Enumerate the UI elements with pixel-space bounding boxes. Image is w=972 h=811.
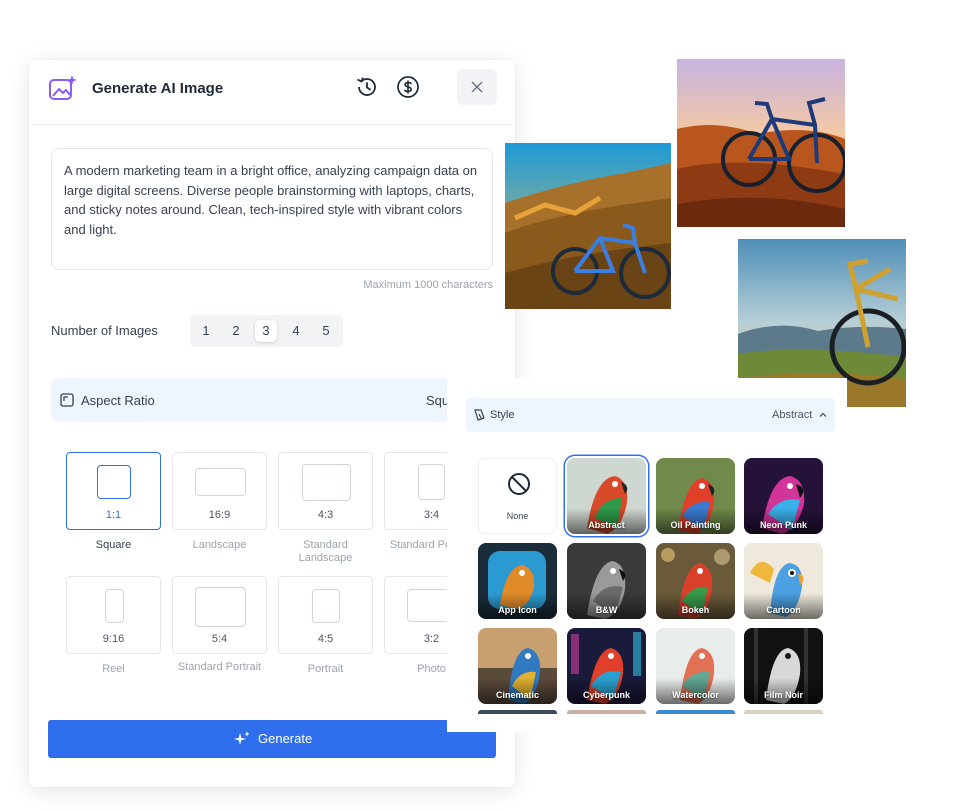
ratio-value: 4:5	[317, 633, 334, 645]
style-option-label: B&W	[595, 605, 618, 615]
style-option-watercolor[interactable]: Watercolor	[656, 628, 735, 704]
ratio-caption: Reel	[102, 663, 125, 675]
style-option-label: Cyberpunk	[582, 690, 630, 700]
ratio-option-4-5[interactable]: 4:5	[278, 576, 373, 654]
header-divider	[29, 124, 515, 125]
credits-dollar-icon[interactable]	[395, 74, 421, 100]
count-option-1[interactable]: 1	[195, 320, 217, 342]
ratio-option-4-3[interactable]: 4:3	[278, 452, 373, 530]
ratio-value: 5:4	[211, 633, 228, 645]
ratio-value: 16:9	[208, 509, 231, 521]
ai-image-sparkle-icon	[49, 75, 77, 100]
ratio-value: 9:16	[102, 633, 125, 645]
style-brush-icon	[474, 409, 485, 421]
ratio-preview-shape	[195, 587, 246, 627]
style-option-cyberpunk[interactable]: Cyberpunk	[567, 628, 646, 704]
ratio-preview-shape	[97, 465, 131, 499]
style-option-label: Film Noir	[763, 690, 803, 700]
ratio-caption: Standard Portrait	[177, 661, 262, 673]
close-icon	[471, 81, 483, 93]
none-icon	[508, 473, 530, 495]
panel-title: Generate AI Image	[92, 80, 224, 97]
style-option-label: Cartoon	[766, 605, 801, 615]
style-option-label: Watercolor	[672, 690, 719, 700]
style-option-bokeh[interactable]: Bokeh	[656, 543, 735, 619]
generate-button[interactable]: Generate	[48, 720, 496, 758]
style-label: Style	[490, 409, 515, 421]
ratio-caption: Landscape	[192, 539, 247, 551]
style-option-label: Oil Painting	[670, 520, 721, 530]
generate-label: Generate	[258, 731, 313, 746]
style-option-peek	[567, 710, 646, 714]
close-button[interactable]	[457, 69, 497, 105]
aspect-ratio-icon	[60, 393, 74, 407]
ratio-caption: Standard Landscape	[298, 539, 353, 564]
generated-image-1[interactable]	[505, 143, 671, 309]
count-option-3[interactable]: 3	[255, 320, 277, 342]
ratio-preview-shape	[195, 468, 246, 496]
style-value: Abstract	[772, 409, 813, 421]
count-option-5[interactable]: 5	[315, 320, 337, 342]
style-option-film-noir[interactable]: Film Noir	[744, 628, 823, 704]
number-of-images-selector: 1 2 3 4 5	[190, 315, 343, 347]
aspect-ratio-value: Square	[426, 393, 447, 408]
style-option-label: Cinematic	[495, 690, 539, 700]
ratio-preview-shape	[302, 464, 351, 501]
ratio-caption: Portrait	[307, 663, 344, 675]
count-option-2[interactable]: 2	[225, 320, 247, 342]
style-option-oil-painting[interactable]: Oil Painting	[656, 458, 735, 534]
style-option-label: Neon Punk	[759, 520, 807, 530]
style-option-peek	[744, 710, 823, 714]
number-of-images-label: Number of Images	[51, 323, 158, 338]
style-option-none[interactable]: None	[478, 458, 557, 534]
style-option-peek	[656, 710, 735, 714]
character-limit-hint: Maximum 1000 characters	[363, 279, 493, 291]
history-icon[interactable]	[354, 74, 380, 100]
style-option-label: Abstract	[588, 520, 625, 530]
ratio-preview-shape	[418, 464, 445, 500]
ratio-option-5-4[interactable]: 5:4	[172, 576, 267, 654]
prompt-input[interactable]: A modern marketing team in a bright offi…	[51, 148, 493, 270]
chevron-up-icon	[819, 412, 827, 417]
ratio-preview-shape	[312, 589, 340, 623]
style-option-label: Bokeh	[681, 605, 710, 615]
style-option-app-icon[interactable]: App Icon	[478, 543, 557, 619]
ratio-value: 1:1	[105, 509, 122, 521]
style-option-bw[interactable]: B&W	[567, 543, 646, 619]
ratio-preview-shape	[105, 589, 124, 623]
style-option-abstract[interactable]: Abstract	[567, 458, 646, 534]
style-option-label: App Icon	[498, 605, 537, 615]
style-option-label: None	[506, 511, 529, 521]
aspect-ratio-label: Aspect Ratio	[81, 393, 155, 408]
style-option-cinematic[interactable]: Cinematic	[478, 628, 557, 704]
generated-image-2[interactable]	[677, 59, 845, 227]
ratio-option-1-1[interactable]: 1:1	[66, 452, 161, 530]
style-option-peek	[478, 710, 557, 714]
ratio-option-16-9[interactable]: 16:9	[172, 452, 267, 530]
count-option-4[interactable]: 4	[285, 320, 307, 342]
ratio-value: 4:3	[317, 509, 334, 521]
ratio-caption: Square	[95, 539, 132, 551]
ratio-option-9-16[interactable]: 9:16	[66, 576, 161, 654]
style-option-neon-punk[interactable]: Neon Punk	[744, 458, 823, 534]
style-option-cartoon[interactable]: Cartoon	[744, 543, 823, 619]
sparkle-icon	[234, 731, 250, 745]
